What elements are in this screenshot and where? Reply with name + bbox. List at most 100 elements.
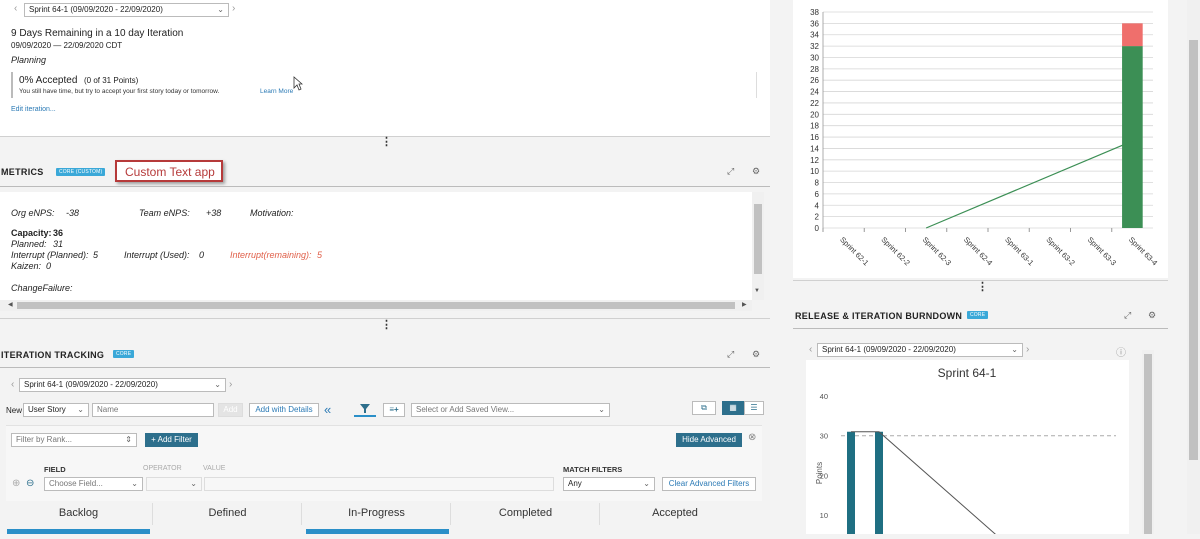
tracking-sprint-select[interactable]: Sprint 64-1 (09/09/2020 - 22/09/2020) ⌄ xyxy=(19,378,226,392)
right-column: 0 2 4 6 8 10 12 14 16 18 20 22 24 26 28 30 32 34 36 38 Sprin… xyxy=(790,0,1200,539)
match-filters-select[interactable]: Any ⌄ xyxy=(563,477,655,491)
board-column-backlog[interactable]: Backlog xyxy=(5,503,153,525)
scrollbar-thumb[interactable] xyxy=(1189,40,1198,460)
custom-text-app-button[interactable]: Custom Text app xyxy=(115,160,223,182)
y-tick-label: 38 xyxy=(810,8,819,17)
burndown-chart-panel: Sprint 64-1 10 20 30 40 Points xyxy=(806,360,1129,539)
work-item-type-value: User Story xyxy=(28,405,66,414)
interrupt-used-label: Interrupt (Used): xyxy=(124,250,190,260)
expand-icon[interactable]: ⤢ xyxy=(1124,310,1131,321)
next-sprint-chevron-icon[interactable]: › xyxy=(232,2,235,16)
add-row-icon[interactable]: ⊕ xyxy=(12,478,20,489)
choose-field-select[interactable]: Choose Field... ⌄ xyxy=(44,477,143,491)
hide-advanced-button[interactable]: Hide Advanced xyxy=(676,433,742,447)
name-input-placeholder: Name xyxy=(97,405,119,414)
prev-sprint-chevron-icon[interactable]: ‹ xyxy=(11,378,14,392)
list-view-button[interactable]: ☰ xyxy=(744,401,764,415)
export-button[interactable]: ⧉ xyxy=(692,401,716,415)
divider xyxy=(0,186,770,187)
scrollbar-thumb[interactable] xyxy=(754,204,762,274)
planned-label: Planned: xyxy=(11,239,47,249)
name-input[interactable]: Name xyxy=(92,403,214,417)
capacity-label: Capacity: xyxy=(11,228,52,238)
horizontal-scrollbar[interactable]: ◀ ▶ xyxy=(0,300,752,311)
prev-sprint-chevron-icon[interactable]: ‹ xyxy=(14,2,17,16)
next-sprint-chevron-icon[interactable]: › xyxy=(1026,343,1029,357)
y-tick-label: 36 xyxy=(810,19,819,28)
expand-icon[interactable]: ⤢ xyxy=(727,166,734,177)
scroll-left-icon[interactable]: ◀ xyxy=(8,301,13,308)
y-tick-label: 10 xyxy=(820,511,828,520)
match-filters-header: MATCH FILTERS xyxy=(563,465,623,474)
help-icon[interactable]: ⓘ xyxy=(1116,344,1126,359)
resize-handle-icon[interactable]: ⋮ xyxy=(977,282,988,293)
add-button[interactable]: Add xyxy=(218,403,243,417)
iteration-state: Planning xyxy=(11,55,47,65)
bar-accepted xyxy=(1122,46,1143,229)
chevron-down-icon: ⌄ xyxy=(214,380,221,389)
work-item-type-select[interactable]: User Story ⌄ xyxy=(23,403,89,417)
board-column-completed[interactable]: Completed xyxy=(452,503,600,525)
resize-handle-icon[interactable]: ⋮ xyxy=(381,137,392,148)
expand-icon[interactable]: ⤢ xyxy=(727,349,734,360)
chevron-down-icon: ⌄ xyxy=(190,479,197,488)
scrollbar-thumb[interactable] xyxy=(1144,354,1152,534)
filter-icon xyxy=(360,404,370,413)
gear-icon[interactable]: ⚙ xyxy=(1148,310,1156,321)
learn-more-link[interactable]: Learn More xyxy=(260,88,293,95)
gear-icon[interactable]: ⚙ xyxy=(752,349,760,360)
interrupt-used-value: 0 xyxy=(199,250,205,260)
page-scrollbar[interactable] xyxy=(1187,0,1200,534)
accepted-percent: 0% Accepted xyxy=(19,75,78,86)
accepted-note: You still have time, but try to accept y… xyxy=(19,88,220,95)
prev-sprint-chevron-icon[interactable]: ‹ xyxy=(809,343,812,357)
burndown-sprint-select[interactable]: Sprint 64-1 (09/09/2020 - 22/09/2020) ⌄ xyxy=(817,343,1023,357)
metrics-content: Org eNPS: -38 Team eNPS: +38 Motivation:… xyxy=(0,192,752,302)
sprint-select[interactable]: Sprint 64-1 (09/09/2020 - 22/09/2020) ⌄ xyxy=(24,3,229,17)
custom-text-app-label: Custom Text app xyxy=(125,165,215,179)
value-input[interactable] xyxy=(204,477,554,491)
board-column-accepted[interactable]: Accepted xyxy=(601,503,749,525)
velocity-chart-panel: 0 2 4 6 8 10 12 14 16 18 20 22 24 26 28 30 32 34 36 38 Sprin… xyxy=(793,0,1168,278)
filter-toggle-button[interactable] xyxy=(354,402,376,417)
y-tick-label: 32 xyxy=(810,42,819,51)
org-enps-label: Org eNPS: xyxy=(11,208,55,218)
scrollbar-thumb[interactable] xyxy=(17,302,735,309)
close-icon[interactable]: ⊗ xyxy=(748,432,756,443)
metrics-title: METRICS xyxy=(1,167,44,177)
operator-select[interactable]: ⌄ xyxy=(146,477,202,491)
burndown-chart: Sprint 64-110203040Points xyxy=(815,366,1116,539)
field-header: FIELD xyxy=(44,465,66,474)
tracking-sprint-select-value: Sprint 64-1 (09/09/2020 - 22/09/2020) xyxy=(24,380,158,389)
saved-view-select[interactable]: Select or Add Saved View... ⌄ xyxy=(411,403,610,417)
board-column-in-progress[interactable]: In-Progress xyxy=(303,503,451,525)
clear-advanced-filters-button[interactable]: Clear Advanced Filters xyxy=(662,477,756,491)
burndown-title: RELEASE & ITERATION BURNDOWN xyxy=(795,311,963,321)
add-with-details-button[interactable]: Add with Details xyxy=(249,403,319,417)
burndown-scrollbar[interactable] xyxy=(1142,350,1154,534)
scroll-down-icon[interactable]: ▼ xyxy=(754,288,760,294)
gear-icon[interactable]: ⚙ xyxy=(752,166,760,177)
chart-title: Sprint 64-1 xyxy=(938,366,997,380)
board-view-button[interactable]: ▦ xyxy=(722,401,744,415)
y-tick-label: 2 xyxy=(815,213,820,222)
collapse-icon[interactable]: « xyxy=(324,402,331,417)
burndown-sprint-select-value: Sprint 64-1 (09/09/2020 - 22/09/2020) xyxy=(822,345,956,354)
remove-row-icon[interactable]: ⊖ xyxy=(26,478,34,489)
y-tick-label: 8 xyxy=(815,179,820,188)
filter-by-rank-input[interactable]: Filter by Rank... ⇕ xyxy=(11,433,137,447)
board-column-defined[interactable]: Defined xyxy=(154,503,302,525)
motivation-label: Motivation: xyxy=(250,208,294,218)
planned-value: 31 xyxy=(53,239,64,249)
chevron-down-icon: ⌄ xyxy=(643,479,650,488)
sprint-select-value: Sprint 64-1 (09/09/2020 - 22/09/2020) xyxy=(29,5,163,14)
match-filters-value: Any xyxy=(568,479,582,488)
edit-iteration-link[interactable]: Edit iteration... xyxy=(11,106,56,113)
next-sprint-chevron-icon[interactable]: › xyxy=(229,378,232,392)
scroll-right-icon[interactable]: ▶ xyxy=(742,301,747,308)
date-range: 09/09/2020 — 22/09/2020 CDT xyxy=(11,41,123,50)
resize-handle-icon[interactable]: ⋮ xyxy=(381,320,392,331)
add-filter-button[interactable]: + Add Filter xyxy=(145,433,198,447)
vertical-scrollbar[interactable]: ▼ xyxy=(752,192,764,300)
add-column-button[interactable]: ≡+ xyxy=(383,403,405,417)
